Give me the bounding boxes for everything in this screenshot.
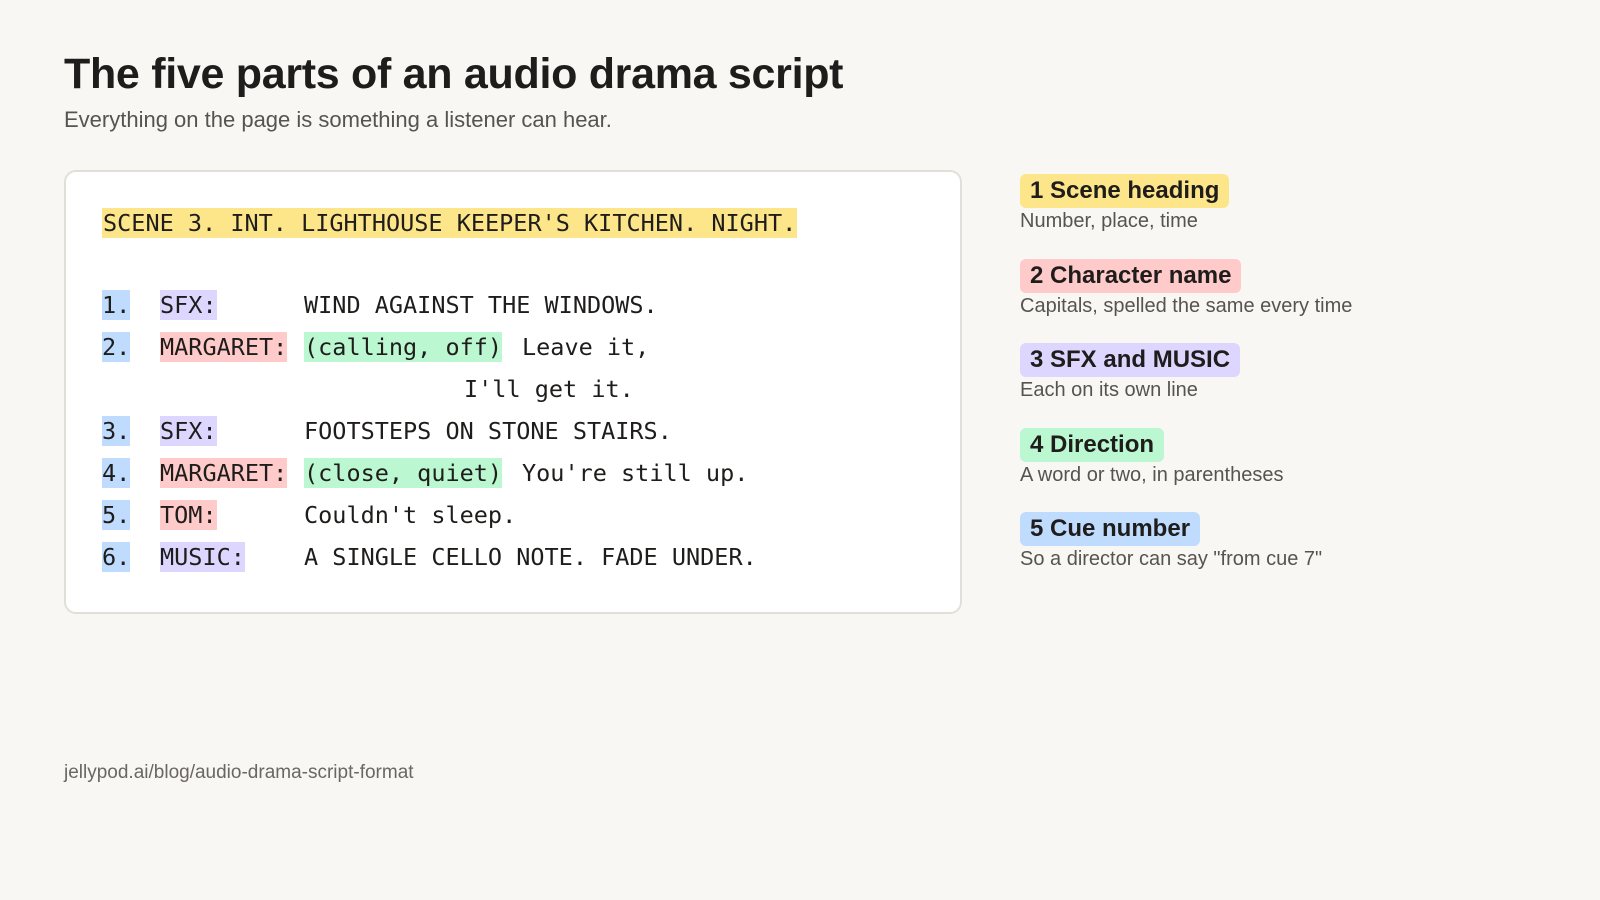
direction: (close, quiet): [304, 458, 503, 488]
character-name: MARGARET:: [160, 332, 288, 362]
legend-description: So a director can say "from cue 7": [1020, 548, 1323, 570]
cue-text: You're still up.: [522, 459, 749, 487]
script-example-card: SCENE 3. INT. LIGHTHOUSE KEEPER'S KITCHE…: [64, 170, 962, 614]
legend: 1 Scene heading Number, place, time 2 Ch…: [1020, 174, 1540, 597]
direction: (calling, off): [304, 332, 503, 362]
character-name: TOM:: [160, 500, 217, 530]
cue-line: 2. MARGARET: (calling, off) Leave it,: [102, 332, 649, 362]
cue-line: 6. MUSIC: A SINGLE CELLO NOTE. FADE UNDE…: [102, 542, 757, 572]
legend-tag: 4 Direction: [1020, 427, 1165, 462]
legend-item-cue-number: 5 Cue number So a director can say "from…: [1020, 512, 1540, 597]
legend-tag: 1 Scene heading: [1020, 174, 1230, 208]
cue-number: 5.: [102, 500, 131, 530]
cue-line-continuation: I'll get it.: [102, 374, 634, 404]
cue-number: 6.: [102, 542, 131, 572]
cue-line: 5. TOM: Couldn't sleep.: [102, 500, 516, 530]
legend-item-direction: 4 Direction A word or two, in parenthese…: [1020, 427, 1540, 513]
cue-line: 1. SFX: WIND AGAINST THE WINDOWS.: [102, 290, 658, 320]
character-name: MARGARET:: [160, 458, 288, 488]
legend-description: Number, place, time: [1020, 210, 1198, 232]
page-title: The five parts of an audio drama script: [64, 50, 844, 98]
legend-description: Capitals, spelled the same every time: [1020, 294, 1353, 317]
legend-tag: 3 SFX and MUSIC: [1020, 343, 1241, 377]
cue-number: 2.: [102, 332, 131, 362]
legend-item-sfx-and-music: 3 SFX and MUSIC Each on its own line: [1020, 343, 1540, 428]
cue-text: WIND AGAINST THE WINDOWS.: [304, 291, 658, 319]
music-label: MUSIC:: [160, 542, 245, 572]
cue-text: I'll get it.: [464, 375, 634, 403]
cue-number: 4.: [102, 458, 131, 488]
cue-text: Couldn't sleep.: [304, 501, 517, 529]
cue-line: 4. MARGARET: (close, quiet) You're still…: [102, 458, 748, 488]
cue-text: FOOTSTEPS ON STONE STAIRS.: [304, 417, 672, 445]
legend-item-character-name: 2 Character name Capitals, spelled the s…: [1020, 258, 1540, 344]
legend-tag: 2 Character name: [1020, 258, 1242, 293]
sfx-label: SFX:: [160, 290, 217, 320]
legend-description: Each on its own line: [1020, 379, 1198, 401]
cue-number: 3.: [102, 416, 131, 446]
legend-description: A word or two, in parentheses: [1020, 463, 1284, 486]
page-subtitle: Everything on the page is something a li…: [64, 107, 612, 132]
cue-number: 1.: [102, 290, 131, 320]
cue-text: A SINGLE CELLO NOTE. FADE UNDER.: [304, 543, 757, 571]
source-link[interactable]: jellypod.ai/blog/audio-drama-script-form…: [64, 761, 414, 785]
sfx-label: SFX:: [160, 416, 217, 446]
cue-text: Leave it,: [522, 333, 650, 361]
legend-tag: 5 Cue number: [1020, 512, 1201, 546]
scene-heading: SCENE 3. INT. LIGHTHOUSE KEEPER'S KITCHE…: [102, 208, 798, 238]
cue-line: 3. SFX: FOOTSTEPS ON STONE STAIRS.: [102, 416, 672, 446]
legend-item-scene-heading: 1 Scene heading Number, place, time: [1020, 174, 1540, 259]
